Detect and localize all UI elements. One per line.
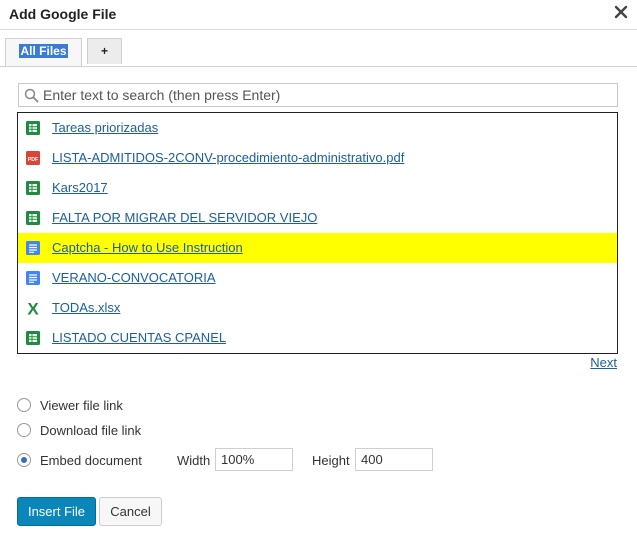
file-list: Tareas priorizadas PDF LISTA-ADMITIDOS-2…	[17, 112, 618, 354]
document-icon	[26, 241, 40, 255]
tab-add[interactable]: +	[87, 38, 122, 64]
cancel-button[interactable]: Cancel	[99, 497, 162, 526]
svg-text:PDF: PDF	[28, 157, 38, 163]
file-name-link[interactable]: TODAs.xlsx	[52, 300, 120, 315]
height-input[interactable]	[355, 448, 433, 471]
download-link-radio[interactable]	[17, 423, 31, 437]
file-name-link[interactable]: Captcha - How to Use Instruction	[52, 240, 243, 255]
file-name-link[interactable]: LISTA-ADMITIDOS-2CONV-procedimiento-admi…	[52, 150, 404, 165]
file-row[interactable]: Kars2017	[18, 173, 617, 203]
embed-document-radio[interactable]	[17, 453, 31, 467]
file-name-link[interactable]: Kars2017	[52, 180, 108, 195]
file-name-link[interactable]: VERANO-CONVOCATORIA	[52, 270, 215, 285]
pdf-icon: PDF	[26, 151, 40, 165]
excel-icon: X	[27, 300, 39, 316]
spreadsheet-icon	[26, 211, 40, 225]
file-row[interactable]: LISTADO CUENTAS CPANEL	[18, 323, 617, 353]
viewer-link-label: Viewer file link	[40, 398, 123, 413]
dialog-titlebar: Add Google File	[0, 0, 637, 30]
file-name-link[interactable]: LISTADO CUENTAS CPANEL	[52, 330, 226, 345]
viewer-link-radio[interactable]	[17, 398, 31, 412]
file-name-link[interactable]: FALTA POR MIGRAR DEL SERVIDOR VIEJO	[52, 210, 317, 225]
tab-all-files-label: All Files	[19, 44, 68, 58]
file-row[interactable]: X TODAs.xlsx	[18, 293, 617, 323]
file-row-selected[interactable]: Captcha - How to Use Instruction	[18, 233, 617, 263]
file-name-link[interactable]: Tareas priorizadas	[52, 120, 158, 135]
spreadsheet-icon	[26, 181, 40, 195]
tab-bar: All Files +	[0, 29, 637, 67]
tab-add-label: +	[100, 44, 108, 58]
search-input[interactable]	[43, 84, 613, 106]
document-icon	[26, 271, 40, 285]
embed-document-label: Embed document	[40, 453, 142, 468]
width-label: Width	[177, 453, 211, 468]
tab-all-files[interactable]: All Files	[5, 38, 82, 66]
svg-text:X: X	[27, 300, 39, 316]
download-link-label: Download file link	[40, 423, 142, 438]
spreadsheet-icon	[26, 331, 40, 345]
search-box	[18, 83, 618, 107]
dialog-title: Add Google File	[9, 6, 117, 22]
file-row[interactable]: Tareas priorizadas	[18, 113, 617, 143]
search-icon	[24, 88, 39, 103]
file-row[interactable]: FALTA POR MIGRAR DEL SERVIDOR VIEJO	[18, 203, 617, 233]
spreadsheet-icon	[26, 121, 40, 135]
file-row[interactable]: PDF LISTA-ADMITIDOS-2CONV-procedimiento-…	[18, 143, 617, 173]
next-page-link[interactable]: Next	[590, 355, 617, 370]
height-label: Height	[312, 453, 350, 468]
insert-file-button[interactable]: Insert File	[17, 497, 96, 526]
width-input[interactable]	[215, 448, 293, 471]
file-row[interactable]: VERANO-CONVOCATORIA	[18, 263, 617, 293]
close-icon[interactable]	[613, 4, 629, 20]
